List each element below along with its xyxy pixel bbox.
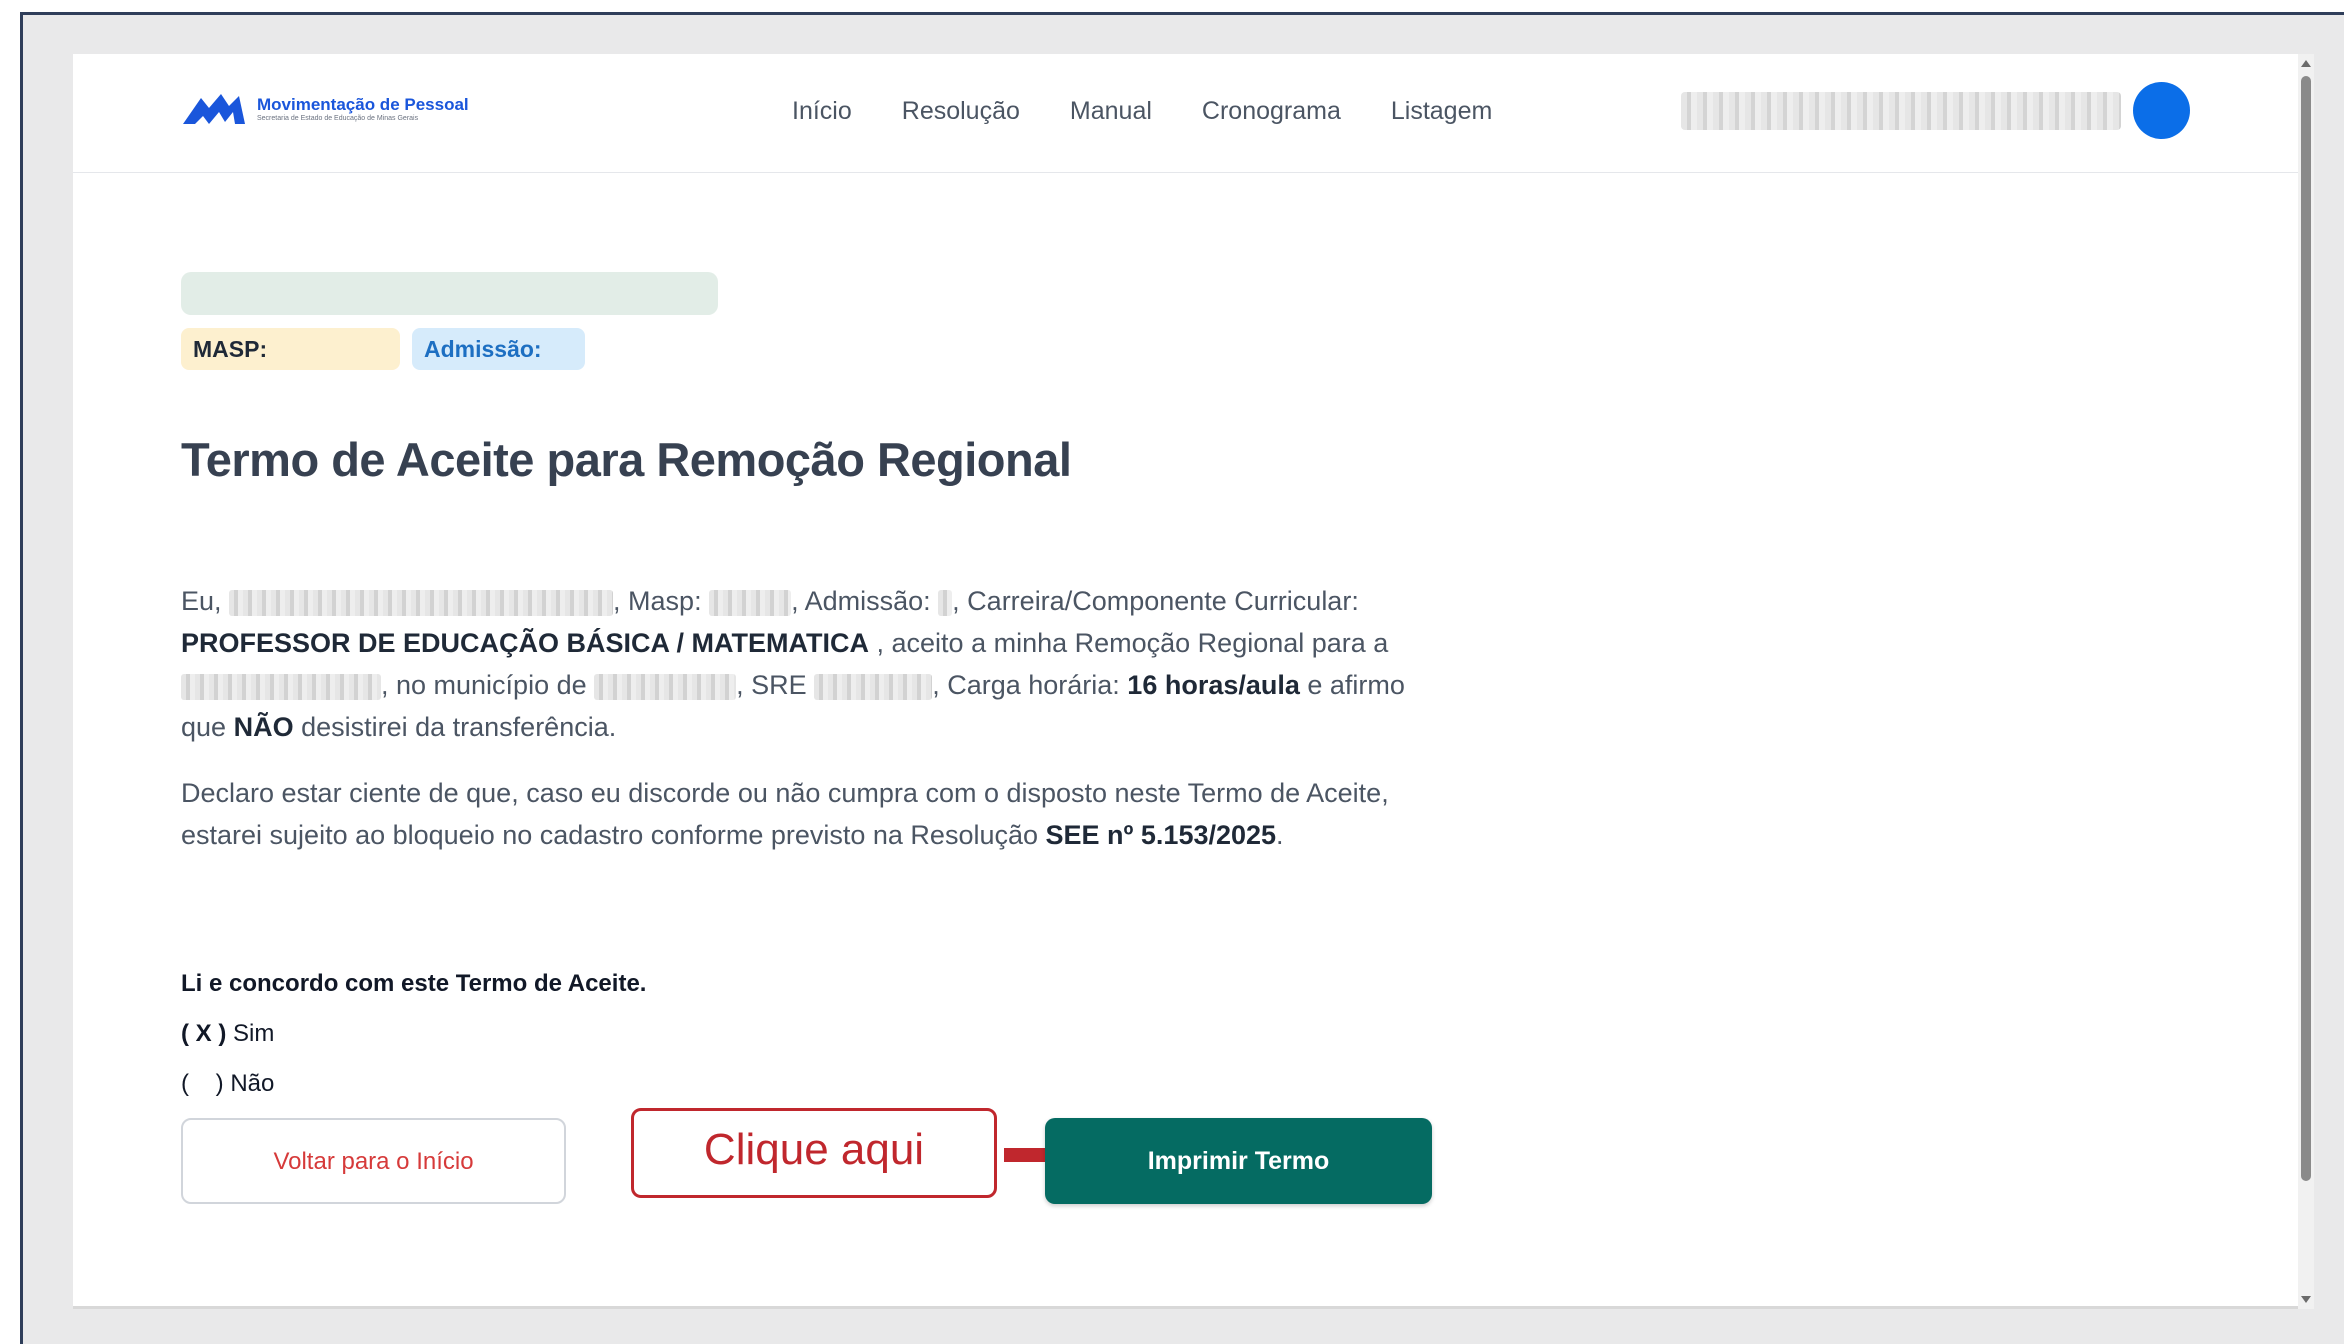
text-admissao: , Admissão: (791, 586, 931, 616)
page: Movimentação de Pessoal Secretaria de Es… (73, 54, 2298, 1309)
back-button[interactable]: Voltar para o Início (181, 1118, 566, 1204)
resolucao-ref: SEE nº 5.153/2025 (1045, 820, 1277, 850)
user-name-redacted (1681, 92, 2121, 130)
vertical-scrollbar[interactable] (2298, 54, 2314, 1309)
logo-title: Movimentação de Pessoal (257, 94, 469, 114)
admissao-badge: Admissão: (412, 328, 585, 370)
text-carga: , Carga horária: (932, 670, 1120, 700)
logo[interactable]: Movimentação de Pessoal Secretaria de Es… (179, 88, 469, 130)
nav-listagem[interactable]: Listagem (1391, 96, 1492, 126)
logo-icon (183, 94, 245, 124)
main-nav: Início Resolução Manual Cronograma Lista… (792, 96, 1542, 126)
text-aceito: , aceito a minha Remoção Regional para a (869, 628, 1389, 658)
scroll-up-icon[interactable] (2301, 60, 2311, 67)
option-yes-label: Sim (226, 1020, 275, 1047)
agreement-title: Li e concordo com este Termo de Aceite. (181, 970, 647, 997)
name-redacted (229, 589, 614, 616)
option-no[interactable]: ( ) Não (181, 1070, 274, 1098)
option-yes[interactable]: ( X ) Sim (181, 1020, 274, 1048)
option-yes-mark: ( X ) (181, 1020, 227, 1047)
text-desisti: desistirei da transferência. (293, 712, 617, 742)
sre-redacted (814, 673, 933, 700)
page-title: Termo de Aceite para Remoção Regional (181, 433, 1072, 486)
text-sre: , SRE (736, 670, 807, 700)
declaration-end: . (1276, 820, 1284, 850)
declaration-paragraph: Declaro estar ciente de que, caso eu dis… (181, 772, 1441, 856)
option-no-mark: ( ) (181, 1070, 224, 1097)
term-paragraph: Eu, , Masp: , Admissão: , Carreira/Compo… (181, 580, 1441, 748)
text-municipio: , no município de (381, 670, 587, 700)
nav-cronograma[interactable]: Cronograma (1202, 96, 1341, 126)
click-here-callout: Clique aqui (631, 1108, 997, 1198)
text-masp: , Masp: (613, 586, 702, 616)
carga-value: 16 horas/aula (1127, 670, 1300, 700)
user-name-bar-redacted (181, 272, 718, 315)
school-redacted (181, 673, 381, 700)
avatar[interactable] (2133, 82, 2190, 139)
scroll-thumb[interactable] (2301, 76, 2311, 1181)
option-no-label: Não (223, 1070, 275, 1097)
nav-manual[interactable]: Manual (1070, 96, 1152, 126)
print-term-button[interactable]: Imprimir Termo (1045, 1118, 1432, 1204)
text-carreira: , Carreira/Componente Curricular: (952, 586, 1359, 616)
nao-emphasis: NÃO (233, 712, 294, 742)
masp-badge: MASP: (181, 328, 400, 370)
header: Movimentação de Pessoal Secretaria de Es… (73, 54, 2298, 173)
masp-redacted (709, 589, 792, 616)
text-eu: Eu, (181, 586, 222, 616)
logo-subtitle: Secretaria de Estado de Educação de Mina… (257, 114, 419, 122)
admissao-redacted (938, 589, 953, 616)
carreira-value: PROFESSOR DE EDUCAÇÃO BÁSICA / MATEMATIC… (181, 628, 870, 658)
municipio-redacted (594, 673, 737, 700)
scroll-down-icon[interactable] (2301, 1296, 2311, 1303)
page-bottom-edge (73, 1306, 2298, 1309)
nav-resolucao[interactable]: Resolução (902, 96, 1020, 126)
nav-inicio[interactable]: Início (792, 96, 852, 126)
